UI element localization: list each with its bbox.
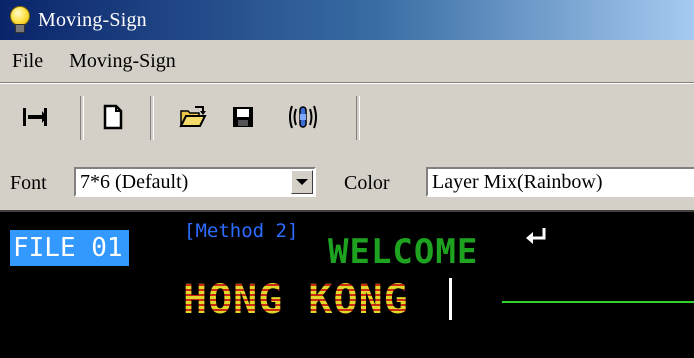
font-label: Font: [10, 172, 47, 194]
window-title: Moving-Sign: [38, 8, 147, 31]
scroll-line: [502, 301, 694, 303]
sign-line-1[interactable]: WELCOME: [328, 232, 478, 272]
sound-icon[interactable]: [288, 102, 318, 132]
toolbar-separator: [150, 96, 154, 140]
sign-editor[interactable]: FILE 01 [Method 2] WELCOME HONG KONG: [0, 210, 694, 358]
menu-moving-sign[interactable]: Moving-Sign: [65, 48, 180, 75]
save-icon[interactable]: [228, 102, 258, 132]
return-icon: [526, 228, 546, 244]
chevron-down-icon[interactable]: [291, 170, 313, 194]
format-bar: Font 7*6 (Default) Color Layer Mix(Rainb…: [0, 158, 694, 208]
fit-width-icon[interactable]: [20, 102, 50, 132]
toolbar-separator: [80, 96, 84, 140]
app-window: Moving-Sign File Moving-Sign Font 7*6 (D…: [0, 0, 694, 358]
toolbar: [0, 83, 694, 159]
file-label[interactable]: FILE 01: [10, 230, 129, 266]
menu-bar: File Moving-Sign: [0, 40, 694, 83]
color-label: Color: [344, 172, 390, 194]
method-label: [Method 2]: [184, 220, 299, 242]
text-caret: [449, 278, 452, 320]
font-select[interactable]: 7*6 (Default): [74, 167, 316, 197]
sign-line-2[interactable]: HONG KONG: [183, 276, 409, 324]
menu-file[interactable]: File: [8, 48, 47, 75]
lightbulb-icon: [8, 5, 32, 35]
font-select-value: 7*6 (Default): [80, 171, 189, 193]
open-folder-icon[interactable]: [178, 102, 208, 132]
title-bar[interactable]: Moving-Sign: [0, 0, 694, 40]
toolbar-separator: [356, 96, 360, 140]
color-select-value: Layer Mix(Rainbow): [432, 171, 603, 193]
new-file-icon[interactable]: [98, 102, 128, 132]
color-select[interactable]: Layer Mix(Rainbow): [426, 167, 694, 197]
